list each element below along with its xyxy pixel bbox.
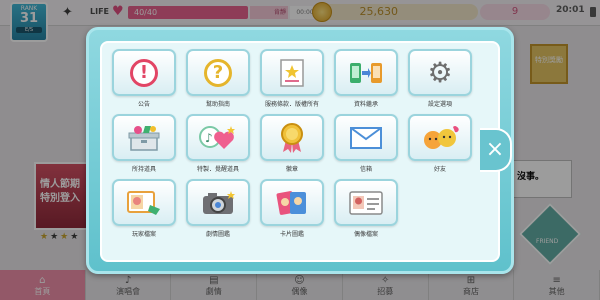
- menu-label: 幫助指南: [205, 101, 230, 108]
- menu-tile[interactable]: [260, 114, 324, 161]
- menu-label: 偶像檔案: [353, 231, 378, 238]
- menu-label: 特製．覺醒道具: [196, 166, 239, 173]
- idol-profile-icon: [349, 190, 383, 215]
- story-gallery-icon: [203, 190, 235, 214]
- menu-item-terms[interactable]: 服務條款．版權所有: [260, 49, 324, 113]
- menu-label: 公告: [137, 101, 150, 108]
- menu-tile[interactable]: ⚙: [408, 49, 472, 96]
- menu-item-mail[interactable]: 信箱: [334, 114, 398, 178]
- items-icon: [128, 125, 160, 151]
- menu-item-friends[interactable]: 好友: [408, 114, 472, 178]
- menu-item-notice[interactable]: ! 公告: [112, 49, 176, 113]
- menu-label: 所持道具: [131, 166, 156, 173]
- menu-item-items[interactable]: 所持道具: [112, 114, 176, 178]
- menu-label: 服務條款．版權所有: [264, 101, 319, 108]
- menu-item-settings[interactable]: ⚙ 設定選項: [408, 49, 472, 113]
- menu-tile[interactable]: [260, 179, 324, 226]
- menu-tile[interactable]: ♪: [186, 114, 250, 161]
- transfer-icon: [350, 62, 382, 83]
- menu-item-card-gallery[interactable]: 卡片圖鑑: [260, 179, 324, 243]
- menu-label: 徽章: [285, 166, 298, 173]
- help-icon: ?: [204, 58, 232, 87]
- alert-icon: !: [130, 58, 158, 87]
- menu-item-idol-profile[interactable]: 偶像檔案: [334, 179, 398, 243]
- menu-tile[interactable]: [334, 114, 398, 161]
- card-gallery-icon: [276, 190, 306, 215]
- menu-tile[interactable]: [186, 179, 250, 226]
- svg-text:♪: ♪: [205, 131, 213, 145]
- menu-item-help[interactable]: ? 幫助指南: [186, 49, 250, 113]
- menu-tile[interactable]: [112, 114, 176, 161]
- friends-icon: [424, 125, 459, 149]
- menu-panel: ! 公告 ? 幫助指南 服務條款．版權所有 資料繼承 ⚙ 設定選項 所持道具 ♪…: [100, 41, 500, 262]
- other-menu-modal: ! 公告 ? 幫助指南 服務條款．版權所有 資料繼承 ⚙ 設定選項 所持道具 ♪…: [86, 27, 514, 274]
- menu-tile[interactable]: [334, 49, 398, 96]
- menu-label: 信箱: [359, 166, 372, 173]
- menu-tile[interactable]: !: [112, 49, 176, 96]
- menu-tile[interactable]: [112, 179, 176, 226]
- menu-item-special-items[interactable]: ♪ 特製．覺醒道具: [186, 114, 250, 178]
- menu-label: 好友: [433, 166, 446, 173]
- terms-icon: [280, 58, 304, 87]
- menu-tile[interactable]: [334, 179, 398, 226]
- menu-label: 玩家檔案: [131, 231, 156, 238]
- badge-icon: [281, 122, 303, 153]
- menu-label: 劇情圖鑑: [205, 231, 230, 238]
- mail-icon: [350, 126, 382, 149]
- close-button[interactable]: ×: [480, 128, 512, 172]
- menu-item-player-profile[interactable]: 玩家檔案: [112, 179, 176, 243]
- menu-tile[interactable]: ?: [186, 49, 250, 96]
- special-items-icon: ♪: [199, 125, 235, 149]
- menu-label: 卡片圖鑑: [279, 231, 304, 238]
- menu-label: 資料繼承: [353, 101, 378, 108]
- menu-item-story-gallery[interactable]: 劇情圖鑑: [186, 179, 250, 243]
- menu-item-transfer[interactable]: 資料繼承: [334, 49, 398, 113]
- menu-tile[interactable]: [260, 49, 324, 96]
- menu-tile[interactable]: [408, 114, 472, 161]
- player-profile-icon: [127, 190, 160, 215]
- menu-grid: ! 公告 ? 幫助指南 服務條款．版權所有 資料繼承 ⚙ 設定選項 所持道具 ♪…: [112, 49, 492, 243]
- menu-label: 設定選項: [427, 101, 452, 108]
- settings-icon: ⚙: [427, 55, 453, 89]
- menu-item-badge[interactable]: 徽章: [260, 114, 324, 178]
